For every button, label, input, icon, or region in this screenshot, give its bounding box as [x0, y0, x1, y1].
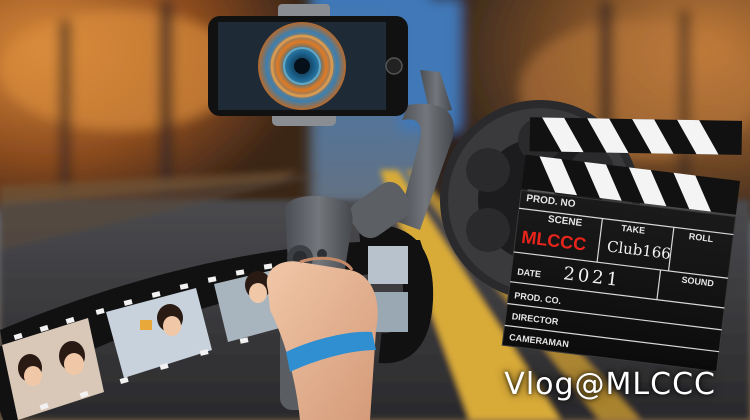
date-value: 2021 — [562, 263, 623, 292]
director-label: DIRECTOR — [511, 311, 559, 327]
home-button-icon — [385, 57, 403, 75]
vlog-caption: Vlog@MLCCC — [504, 367, 716, 402]
scene-value: MLCCC — [520, 226, 588, 255]
scene-label: SCENE — [547, 213, 583, 229]
smartphone — [208, 16, 408, 116]
take-value: Club166 — [605, 237, 672, 264]
clapperboard-labels: PROD. NO SCENE TAKE ROLL MLCCC Club166 S… — [502, 155, 740, 372]
take-label: TAKE — [620, 222, 646, 236]
cameraman-label: CAMERAMAN — [508, 332, 570, 350]
prod-co-label: PROD. CO. — [513, 290, 562, 307]
film-frame-photo — [368, 246, 408, 284]
prod-no-label: PROD. NO — [525, 193, 577, 211]
roll-label: ROLL — [688, 231, 714, 245]
scene: PROD. NO SCENE TAKE ROLL MLCCC Club166 S… — [0, 0, 750, 420]
sound-label: SOUND — [680, 274, 715, 289]
date-label: DATE — [516, 266, 542, 280]
